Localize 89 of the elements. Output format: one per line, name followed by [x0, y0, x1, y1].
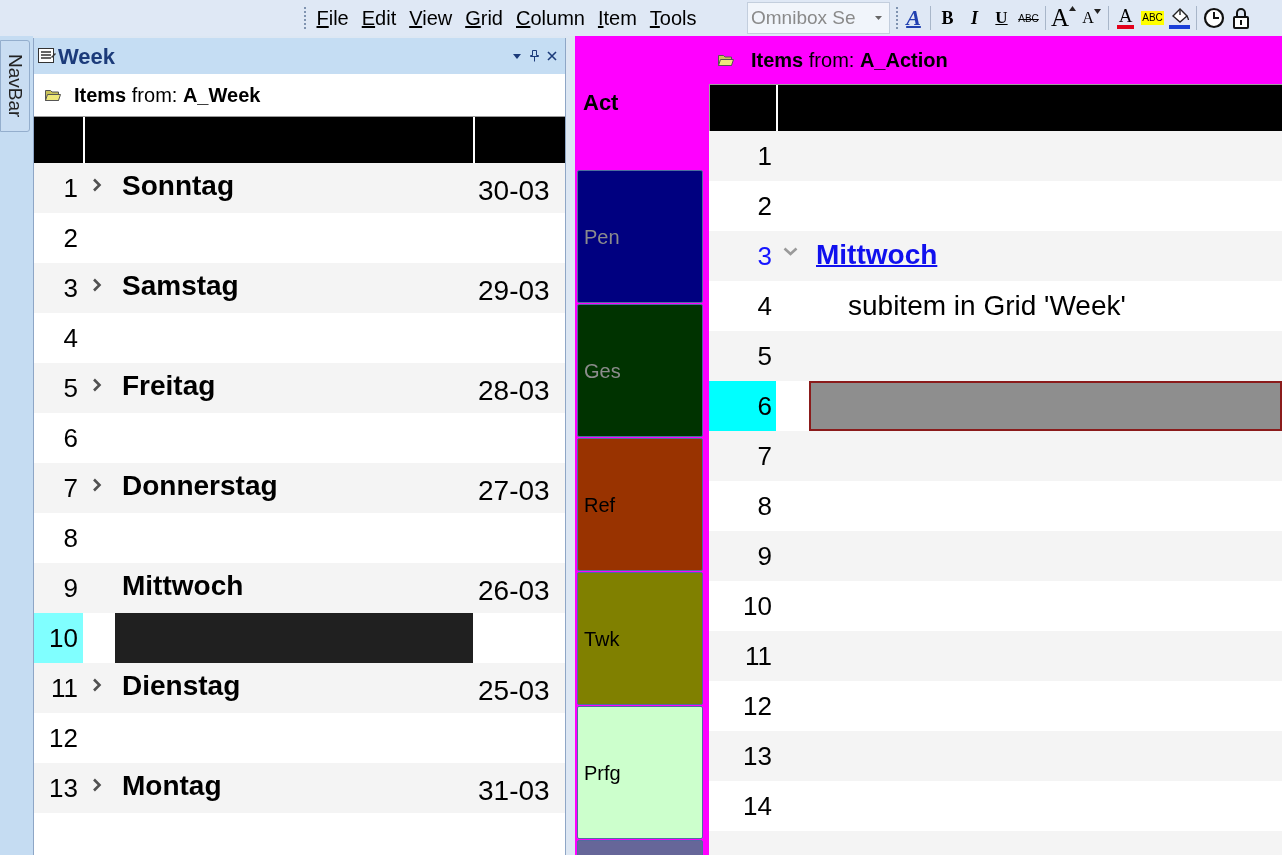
item-link[interactable]: Mittwoch: [816, 239, 938, 273]
row-number: 7: [62, 471, 79, 505]
item-name: subitem in Grid 'Week': [848, 290, 1126, 322]
lock-icon: [1231, 7, 1250, 29]
row-number: 4: [756, 289, 773, 323]
underline-button[interactable]: U: [988, 3, 1015, 33]
date-text: 26-03: [478, 574, 550, 608]
row-number: 5: [756, 339, 773, 373]
clock-icon: [1202, 7, 1225, 29]
row-number: 12: [48, 721, 79, 755]
chevron-right-icon[interactable]: [92, 778, 102, 792]
date-text: 25-03: [478, 674, 550, 708]
source-label: Items from: A_Week: [74, 83, 261, 108]
row-number: 1: [62, 171, 79, 205]
bold-button[interactable]: B: [934, 3, 961, 33]
row-number: 3: [756, 239, 773, 273]
menu-item[interactable]: Item: [591, 4, 644, 32]
menu-item[interactable]: Grid: [458, 4, 510, 32]
row-number: 2: [756, 189, 773, 223]
caret-up-icon: [1069, 6, 1077, 11]
row-number: 6: [62, 421, 79, 455]
item-name: Donnerstag: [122, 470, 278, 503]
item-name: Montag: [122, 770, 222, 803]
row-number: 10: [742, 589, 773, 623]
dropdown-caret-icon[interactable]: [513, 53, 521, 59]
chevron-right-icon[interactable]: [92, 178, 102, 192]
folder-icon: [718, 54, 734, 66]
highlight-button[interactable]: ABC: [1139, 3, 1167, 33]
row-number: 8: [62, 521, 79, 555]
shrink-font-button[interactable]: A: [1078, 3, 1106, 33]
list-window-icon: [38, 48, 56, 64]
item-name: Mittwoch: [122, 570, 244, 603]
cell-editor[interactable]: [809, 381, 1282, 431]
chevron-right-icon[interactable]: [92, 678, 102, 692]
row-number: 14: [742, 789, 773, 823]
row-number: 11: [50, 671, 79, 705]
row-number: 9: [756, 539, 773, 573]
row-number: 3: [62, 271, 79, 305]
navbar-tab[interactable]: NavBar: [0, 40, 30, 132]
source-label: Items from: A_Action: [751, 48, 948, 73]
menu-item[interactable]: Column: [509, 4, 592, 32]
date-text: 28-03: [478, 374, 550, 408]
category-tab[interactable]: Prfg: [577, 706, 703, 839]
italic-button[interactable]: I: [961, 3, 988, 33]
row-number: 12: [742, 689, 773, 723]
item-name: Samstag: [122, 270, 239, 303]
category-tab[interactable]: Ges: [577, 304, 703, 437]
paint-bucket-icon: [1168, 6, 1192, 30]
category-tab[interactable]: Twk: [577, 572, 703, 705]
item-name: Freitag: [122, 370, 216, 403]
row-number: 7: [756, 439, 773, 473]
grow-font-button[interactable]: A: [1049, 3, 1079, 33]
menu-item[interactable]: View: [402, 4, 459, 32]
chevron-right-icon[interactable]: [92, 378, 102, 392]
pin-icon[interactable]: [530, 50, 539, 62]
chevron-right-icon[interactable]: [92, 478, 102, 492]
text-style-button[interactable]: A: [900, 3, 927, 33]
date-text: 29-03: [478, 274, 550, 308]
row-number: 13: [742, 739, 773, 773]
item-name: Dienstag: [122, 670, 241, 703]
font-color-button[interactable]: A: [1112, 3, 1140, 33]
row-number: 11: [744, 639, 773, 673]
row-number: 2: [62, 221, 79, 255]
menu-item[interactable]: Edit: [355, 4, 403, 32]
row-number: 13: [48, 771, 79, 805]
strikethrough-button[interactable]: ABC: [1015, 3, 1042, 33]
row-number: 10: [34, 613, 83, 663]
menu-item[interactable]: File: [310, 4, 356, 32]
row-number: 9: [62, 571, 79, 605]
menu-item[interactable]: Tools: [643, 4, 704, 32]
row-number: 8: [756, 489, 773, 523]
cell-editor[interactable]: [115, 613, 473, 663]
row-number: 4: [62, 321, 79, 355]
close-icon[interactable]: [547, 51, 557, 61]
folder-icon: [45, 89, 61, 101]
row-number: 6: [709, 381, 776, 431]
row-number: 1: [756, 139, 773, 173]
pane-title: Week: [58, 42, 116, 71]
date-text: 31-03: [478, 774, 550, 808]
chevron-right-icon[interactable]: [92, 278, 102, 292]
date-text: 27-03: [478, 474, 550, 508]
row-number: 5: [62, 371, 79, 405]
omnibox-field[interactable]: Omnibox Se: [747, 2, 890, 34]
item-name: Sonntag: [122, 170, 234, 203]
category-tab[interactable]: Pen: [577, 170, 703, 303]
caret-down-icon: [1093, 9, 1101, 14]
dropdown-caret-icon[interactable]: [875, 16, 882, 20]
date-text: 30-03: [478, 174, 550, 208]
chevron-down-icon[interactable]: [783, 247, 798, 257]
